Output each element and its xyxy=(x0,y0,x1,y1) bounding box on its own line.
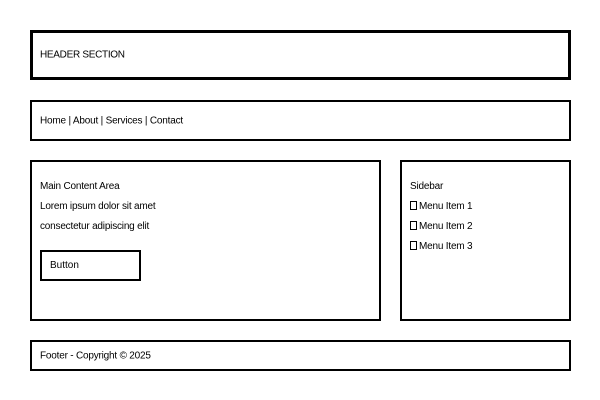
sidebar-menu-item-2[interactable]: Menu Item 2 xyxy=(410,221,473,233)
header-section: HEADER SECTION xyxy=(30,30,571,80)
header-title: HEADER SECTION xyxy=(40,49,125,61)
main-button[interactable]: Button xyxy=(40,250,141,281)
sidebar-menu-item-label: Menu Item 2 xyxy=(419,221,473,232)
main-heading: Main Content Area xyxy=(40,181,120,192)
footer-copyright: Footer - Copyright © 2025 xyxy=(40,350,151,361)
main-text-line-1: Lorem ipsum dolor sit amet xyxy=(40,201,156,212)
sidebar-heading: Sidebar xyxy=(410,181,444,192)
nav-bar: Home | About | Services | Contact xyxy=(30,100,571,141)
nav-link-home[interactable]: Home xyxy=(40,115,66,126)
main-text-line-2: consectetur adipiscing elit xyxy=(40,221,150,232)
sidebar-menu-item-1[interactable]: Menu Item 1 xyxy=(410,201,473,213)
sidebar-menu-item-3[interactable]: Menu Item 3 xyxy=(410,241,473,253)
sidebar-menu-item-label: Menu Item 3 xyxy=(419,241,473,252)
nav-link-services[interactable]: Services xyxy=(106,115,143,126)
sidebar: Sidebar Menu Item 1 Menu Item 2 Menu Ite… xyxy=(400,160,571,321)
nav-separator: | xyxy=(65,115,73,126)
square-bullet-icon xyxy=(410,201,417,210)
square-bullet-icon xyxy=(410,221,417,230)
nav-separator: | xyxy=(142,115,150,126)
nav-links: Home | About | Services | Contact xyxy=(40,115,183,126)
nav-separator: | xyxy=(98,115,106,126)
footer: Footer - Copyright © 2025 xyxy=(30,340,571,371)
nav-link-about[interactable]: About xyxy=(73,115,98,126)
sidebar-menu-item-label: Menu Item 1 xyxy=(419,201,473,212)
nav-link-contact[interactable]: Contact xyxy=(150,115,183,126)
square-bullet-icon xyxy=(410,241,417,250)
main-content-area: Main Content Area Lorem ipsum dolor sit … xyxy=(30,160,381,321)
